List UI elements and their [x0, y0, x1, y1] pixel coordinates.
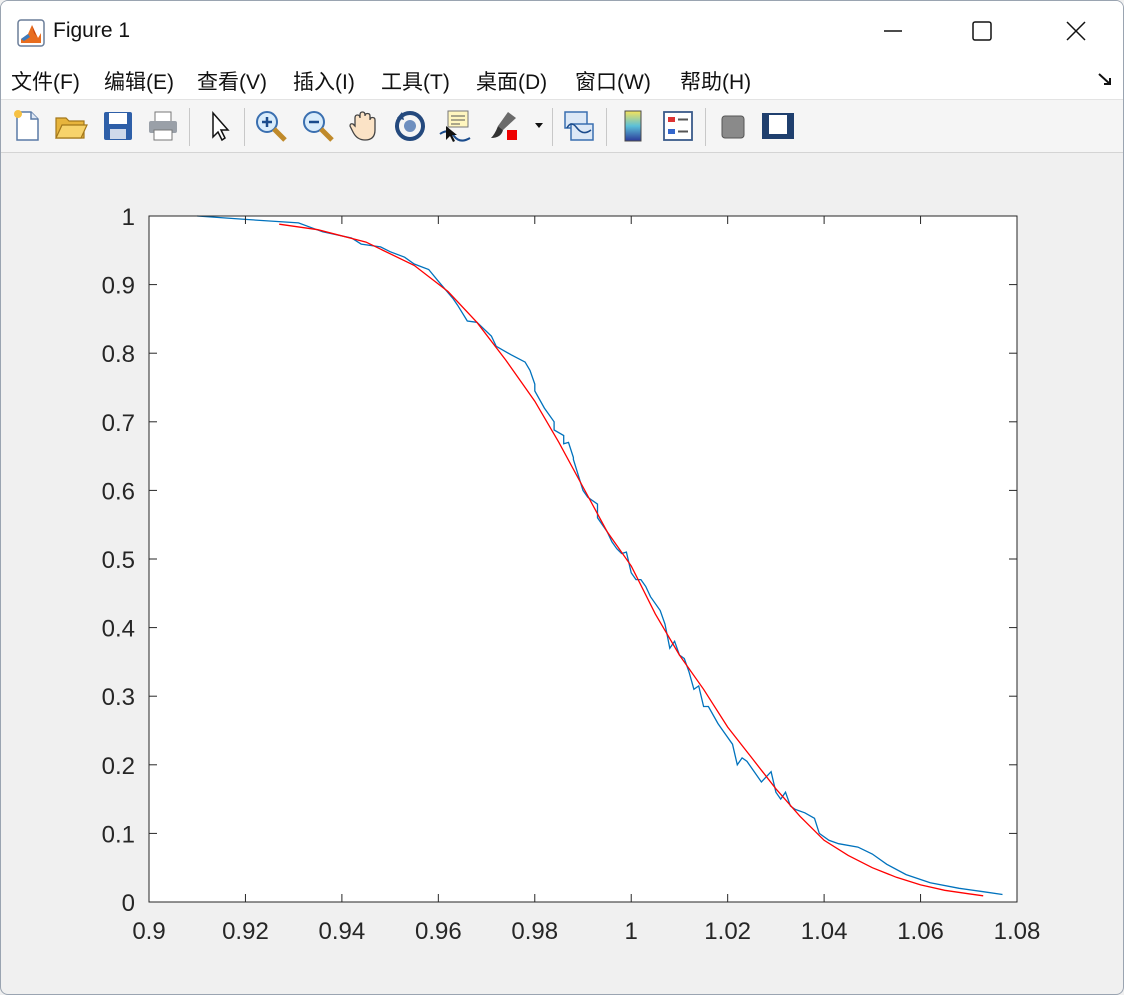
y-tick-label: 0.2	[102, 753, 135, 780]
x-tick-label: 1	[625, 918, 638, 945]
y-tick-label: 0.1	[102, 821, 135, 848]
figure-canvas: 0.9 0.92 0.94 0.96 0.98 1 1.02 1.04 1.06 1.08 0 0.1…	[102, 204, 1041, 945]
x-tick-label: 0.9	[132, 918, 165, 945]
y-tick-label: 0.7	[102, 410, 135, 437]
y-tick-label: 0	[122, 890, 135, 917]
axes-background[interactable]	[149, 216, 1017, 902]
x-tick-label: 1.04	[801, 918, 848, 945]
x-tick-label: 0.94	[319, 918, 366, 945]
y-tick-label: 0.4	[102, 616, 135, 643]
x-tick-label: 0.96	[415, 918, 462, 945]
x-tick-label: 1.02	[704, 918, 751, 945]
x-tick-label: 1.06	[897, 918, 944, 945]
x-tick-label: 0.98	[511, 918, 558, 945]
y-tick-label: 1	[122, 204, 135, 231]
y-tick-label: 0.3	[102, 684, 135, 711]
y-tick-label: 0.8	[102, 341, 135, 368]
x-tick-label: 1.08	[994, 918, 1041, 945]
y-tick-label: 0.5	[102, 547, 135, 574]
y-tick-label: 0.9	[102, 273, 135, 300]
figure-window: Figure 1 文件(F) 编辑(E) 查看(V) 插入(I) 工具(T) 桌…	[0, 0, 1124, 995]
x-tick-label: 0.92	[222, 918, 269, 945]
y-tick-label: 0.6	[102, 478, 135, 505]
